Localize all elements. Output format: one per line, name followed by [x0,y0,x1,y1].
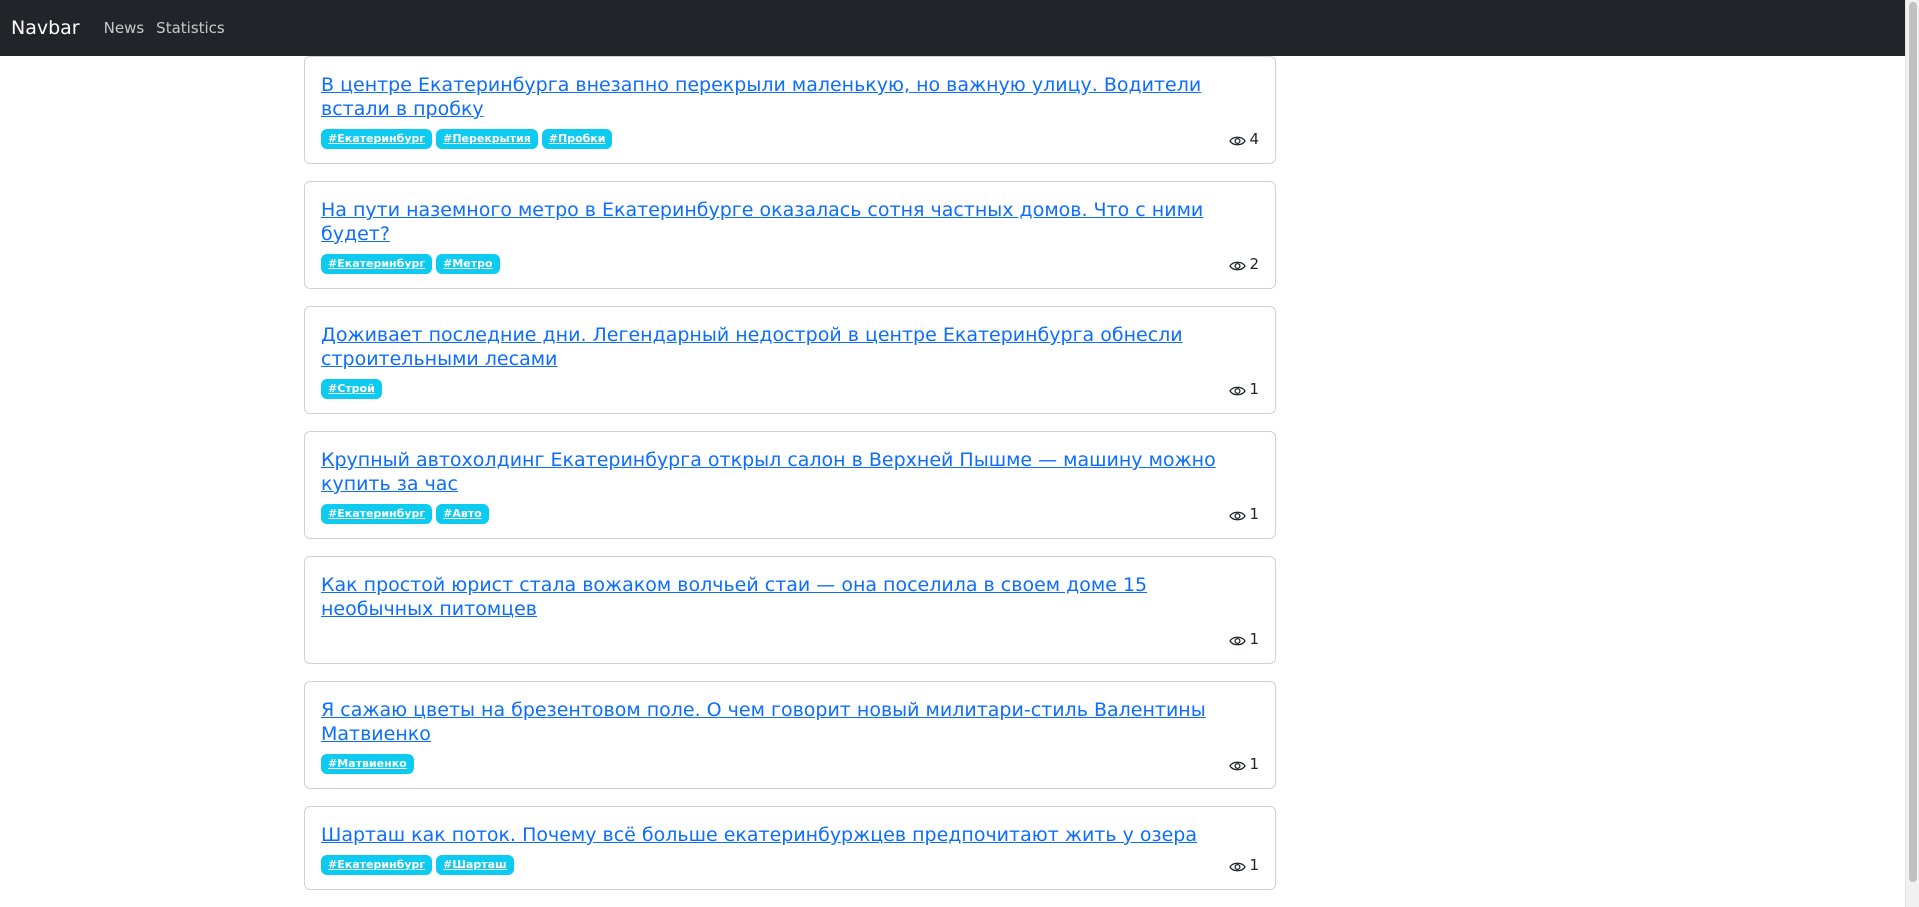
view-count: 1 [1229,630,1259,648]
view-count: 1 [1229,505,1259,523]
news-title-link[interactable]: Крупный автохолдинг Екатеринбурга открыл… [321,448,1251,496]
news-card-footer: #Екатеринбург #Перекрытия #Пробки 4 [321,129,1259,149]
news-card: В центре Екатеринбурга внезапно перекрыл… [304,56,1276,164]
navbar-brand[interactable]: Navbar [11,17,80,39]
news-card-footer: #Екатеринбург #Метро 2 [321,254,1259,274]
news-card: Шарташ как поток. Почему всё больше екат… [304,806,1276,890]
view-count-number: 1 [1249,380,1259,398]
tag-list: #Екатеринбург #Перекрытия #Пробки [321,129,613,149]
news-card: Как простой юрист стала вожаком волчьей … [304,556,1276,664]
eye-icon [1229,859,1247,872]
news-card-footer: #Строй 1 [321,379,1259,399]
tag-badge[interactable]: #Авто [436,504,489,524]
news-card: Я сажаю цветы на брезентовом поле. О чем… [304,681,1276,789]
eye-icon [1229,633,1247,646]
eye-icon [1229,758,1247,771]
scrollbar-thumb[interactable] [1909,2,1917,882]
view-count: 1 [1229,380,1259,398]
view-count-number: 1 [1249,755,1259,773]
nav-link-news[interactable]: News [104,19,145,37]
news-title-link[interactable]: Как простой юрист стала вожаком волчьей … [321,573,1251,621]
news-feed: В центре Екатеринбурга внезапно перекрыл… [304,56,1276,907]
tag-list: #Екатеринбург #Авто [321,504,489,524]
tag-badge[interactable]: #Екатеринбург [321,504,433,524]
news-title-link[interactable]: Я сажаю цветы на брезентовом поле. О чем… [321,698,1251,746]
tag-list: #Строй [321,379,382,399]
tag-badge[interactable]: #Екатеринбург [321,129,433,149]
news-card: Крупный автохолдинг Екатеринбурга открыл… [304,431,1276,539]
news-card-footer: #Екатеринбург #Авто 1 [321,504,1259,524]
news-title-link[interactable]: В центре Екатеринбурга внезапно перекрыл… [321,73,1251,121]
tag-badge[interactable]: #Шарташ [436,855,514,875]
vertical-scrollbar[interactable] [1905,0,1919,907]
tag-badge[interactable]: #Строй [321,379,382,399]
navbar: Navbar News Statistics [0,0,1905,56]
eye-icon [1229,508,1247,521]
tag-list: #Матвиенко [321,754,414,774]
tag-badge[interactable]: #Метро [436,254,500,274]
news-card-footer: #Матвиенко 1 [321,754,1259,774]
tag-badge[interactable]: #Пробки [541,129,613,149]
view-count-number: 1 [1249,630,1259,648]
news-title-link[interactable]: Доживает последние дни. Легендарный недо… [321,323,1251,371]
eye-icon [1229,133,1247,146]
tag-list: #Екатеринбург #Метро [321,254,500,274]
nav-link-statistics[interactable]: Statistics [156,19,225,37]
news-title-link[interactable]: На пути наземного метро в Екатеринбурге … [321,198,1251,246]
view-count: 2 [1229,255,1259,273]
news-card-footer: 1 [321,629,1259,649]
view-count: 1 [1229,755,1259,773]
tag-badge[interactable]: #Перекрытия [436,129,538,149]
page: Navbar News Statistics В центре Екатерин… [0,0,1919,907]
news-card-footer: #Екатеринбург #Шарташ 1 [321,855,1259,875]
view-count: 4 [1229,130,1259,148]
news-card: На пути наземного метро в Екатеринбурге … [304,181,1276,289]
eye-icon [1229,258,1247,271]
tag-badge[interactable]: #Матвиенко [321,754,414,774]
tag-badge[interactable]: #Екатеринбург [321,254,433,274]
tag-list: #Екатеринбург #Шарташ [321,855,514,875]
news-card: Доживает последние дни. Легендарный недо… [304,306,1276,414]
view-count: 1 [1229,856,1259,874]
news-title-link[interactable]: Шарташ как поток. Почему всё больше екат… [321,823,1251,847]
eye-icon [1229,383,1247,396]
view-count-number: 1 [1249,856,1259,874]
view-count-number: 1 [1249,505,1259,523]
view-count-number: 2 [1249,255,1259,273]
tag-badge[interactable]: #Екатеринбург [321,855,433,875]
view-count-number: 4 [1249,130,1259,148]
